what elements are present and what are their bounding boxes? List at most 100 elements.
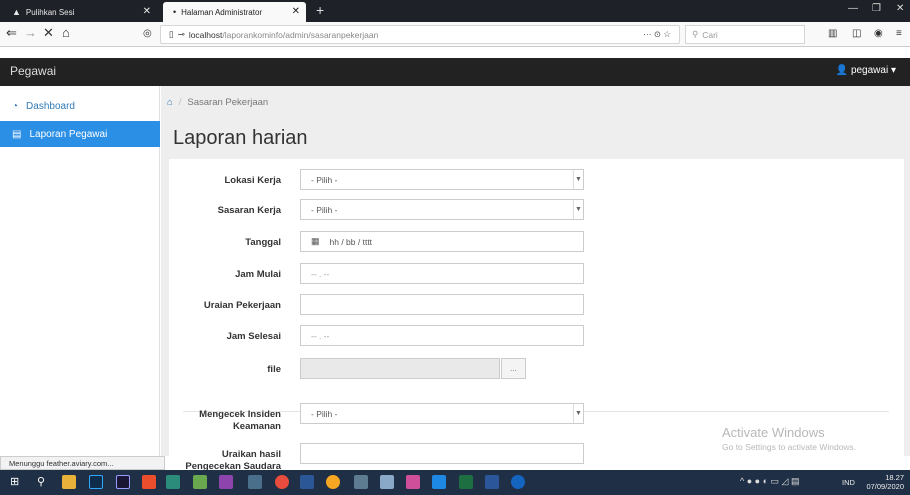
home-icon[interactable]: ⌂	[62, 25, 70, 40]
vscode-icon[interactable]	[432, 475, 446, 489]
library-icon[interactable]: ▥	[828, 28, 837, 39]
insiden-keamanan-select[interactable]: - Pilih - ▼	[300, 403, 584, 424]
lock-icon: ⊸	[177, 29, 185, 39]
app-icon[interactable]	[142, 475, 156, 489]
app-icon[interactable]	[300, 475, 314, 489]
minimize-icon[interactable]: —	[848, 3, 858, 14]
close-icon[interactable]: ✕	[292, 6, 300, 17]
jam-selesai-input[interactable]: -- . --	[300, 325, 584, 346]
activate-title: Activate Windows	[722, 425, 825, 440]
search-bar[interactable]: ⚲ Cari	[685, 25, 805, 44]
url-host: localhost	[188, 29, 223, 40]
lokasi-kerja-label: Lokasi Kerja	[224, 175, 282, 186]
tab-halaman-administrator[interactable]: • Halaman Administrator ✕	[163, 2, 306, 22]
main-content: ⌂ / Sasaran Pekerjaan Laporan harian Lok…	[161, 86, 910, 472]
select-value: - Pilih -	[311, 408, 338, 419]
app-icon[interactable]	[219, 475, 233, 489]
word-icon[interactable]	[485, 475, 499, 489]
page-actions-icon[interactable]: ··· ⊙ ☆	[643, 29, 671, 40]
list-icon: ▤	[12, 128, 22, 140]
clock-time: 18.27	[885, 473, 904, 482]
jam-mulai-label: Jam Mulai	[235, 269, 281, 280]
tanggal-placeholder: hh / bb / tttt	[329, 236, 373, 247]
app-icon[interactable]	[354, 475, 368, 489]
new-tab-button[interactable]: +	[316, 2, 324, 18]
warning-icon: ▲	[12, 7, 21, 17]
app-icon[interactable]	[406, 475, 420, 489]
browse-button[interactable]: ...	[501, 358, 526, 379]
jam-mulai-placeholder: -- . --	[311, 268, 330, 279]
browser-nav-bar: ⇐ → ✕ ⌂ ◎ ▯ ⊸ localhost /laporankominfo/…	[0, 22, 910, 47]
home-icon[interactable]: ⌂	[167, 97, 173, 108]
sidebar-item-dashboard[interactable]: ◔ Dashboard	[0, 93, 160, 119]
sidebar-icon[interactable]: ◫	[852, 28, 861, 39]
select-value: - Pilih -	[311, 204, 338, 215]
search-placeholder: Cari	[702, 29, 718, 40]
browser-status: Menunggu feather.aviary.com...	[0, 456, 165, 470]
chevron-down-icon: ▼	[573, 404, 583, 423]
sidebar-item-label: Laporan Pegawai	[29, 128, 108, 140]
account-icon[interactable]: ◉	[874, 28, 883, 39]
windows-taskbar: ⊞ ⚲ ^ ● ● ◐ ▭ ◿ ▤ IND 18.27 07/09/2020	[0, 470, 910, 495]
tab-label: Halaman Administrator	[181, 7, 263, 17]
stop-icon[interactable]: ✕	[43, 25, 54, 41]
chevron-down-icon: ▼	[573, 200, 583, 219]
firefox-icon[interactable]	[326, 475, 340, 489]
file-input[interactable]: ...	[300, 358, 526, 379]
url-bar[interactable]: ▯ ⊸ localhost /laporankominfo/admin/sasa…	[160, 25, 680, 44]
search-icon[interactable]: ⚲	[37, 475, 51, 489]
language-indicator[interactable]: IND	[842, 478, 855, 487]
breadcrumb: ⌂ / Sasaran Pekerjaan	[167, 92, 907, 112]
dashboard-icon: ◔	[12, 100, 19, 112]
app-icon[interactable]	[193, 475, 207, 489]
excel-icon[interactable]	[459, 475, 473, 489]
menu-icon[interactable]: ≡	[896, 28, 902, 39]
page-title: Laporan harian	[173, 127, 308, 149]
lokasi-kerja-select[interactable]: - Pilih - ▼	[300, 169, 584, 190]
viewport-top-gap	[0, 48, 910, 58]
sasaran-kerja-select[interactable]: - Pilih - ▼	[300, 199, 584, 220]
back-icon[interactable]: ⇐	[6, 25, 17, 41]
form-panel: Lokasi Kerja - Pilih - ▼ Sasaran Kerja -…	[169, 159, 904, 472]
jam-mulai-input[interactable]: -- . --	[300, 263, 584, 284]
uraian-pekerjaan-input[interactable]	[300, 294, 584, 315]
jam-selesai-placeholder: -- . --	[311, 330, 330, 341]
system-tray[interactable]: ^ ● ● ◐ ▭ ◿ ▤	[740, 476, 799, 487]
after-effects-icon[interactable]	[116, 475, 130, 489]
sidebar-item-laporan-pegawai[interactable]: ▤ Laporan Pegawai	[0, 121, 160, 147]
close-window-icon[interactable]: ✕	[896, 3, 904, 14]
photoshop-icon[interactable]	[89, 475, 103, 489]
edge-icon[interactable]	[511, 475, 525, 489]
sasaran-kerja-label: Sasaran Kerja	[217, 205, 281, 216]
tab-pulihkan-sesi[interactable]: ▲ Pulihkan Sesi ✕	[2, 2, 157, 22]
close-icon[interactable]: ✕	[143, 6, 151, 17]
url-path: /laporankominfo/admin/sasaranpekerjaan	[222, 29, 379, 40]
calendar-icon: ▦	[311, 236, 320, 246]
tanggal-input[interactable]: ▦ hh / bb / tttt	[300, 231, 584, 252]
shield-icon[interactable]: ◎	[143, 28, 152, 39]
maximize-icon[interactable]: ❐	[872, 3, 881, 14]
app-icon[interactable]	[380, 475, 394, 489]
search-icon: ⚲	[692, 29, 699, 39]
user-menu[interactable]: 👤 pegawai ▾	[836, 65, 896, 76]
start-icon[interactable]: ⊞	[10, 475, 24, 489]
loading-icon: •	[173, 7, 177, 17]
file-label: file	[267, 364, 281, 375]
app-icon[interactable]	[275, 475, 289, 489]
jam-selesai-label: Jam Selesai	[226, 331, 281, 342]
brand[interactable]: Pegawai	[10, 64, 56, 78]
browser-tab-bar: ▲ Pulihkan Sesi ✕ • Halaman Administrato…	[0, 0, 910, 22]
user-icon: 👤	[835, 65, 849, 76]
app-icon[interactable]	[166, 475, 180, 489]
sidebar: ◔ Dashboard ▤ Laporan Pegawai	[0, 86, 160, 456]
app-navbar: Pegawai 👤 pegawai ▾	[0, 58, 910, 86]
file-explorer-icon[interactable]	[62, 475, 76, 489]
uraian-pekerjaan-label: Uraian Pekerjaan	[203, 300, 281, 311]
activate-windows-watermark: Activate Windows Go to Settings to activ…	[722, 425, 856, 452]
app-icon[interactable]	[248, 475, 262, 489]
forward-icon[interactable]: →	[24, 25, 37, 40]
hasil-pengecekan-input[interactable]	[300, 443, 584, 464]
clock[interactable]: 18.27 07/09/2020	[866, 473, 904, 491]
activate-subtitle: Go to Settings to activate Windows.	[722, 442, 857, 452]
clock-date: 07/09/2020	[866, 482, 904, 491]
